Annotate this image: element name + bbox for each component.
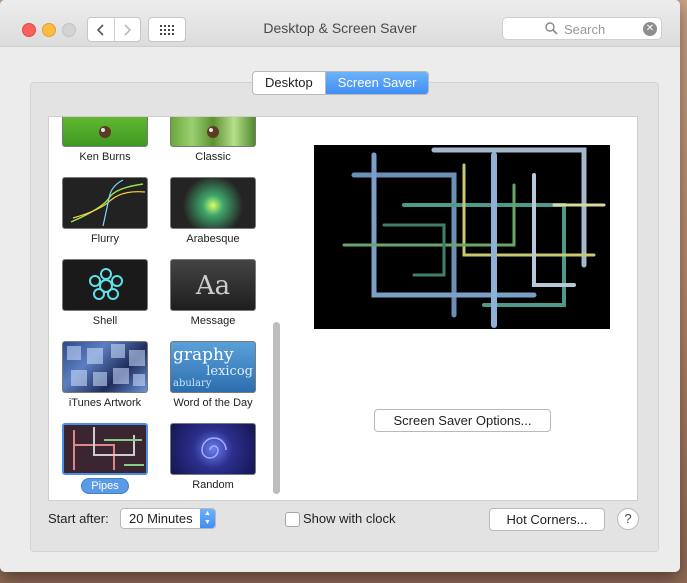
title-bar: Desktop & Screen Saver Search ✕ <box>0 0 680 47</box>
screensaver-label: Message <box>190 315 236 327</box>
screensaver-label: Classic <box>195 151 231 163</box>
screensaver-itunes-artwork[interactable]: iTunes Artwork <box>51 341 159 409</box>
arabesque-thumbnail <box>170 177 256 229</box>
word-sample-2: lexicog <box>206 364 253 379</box>
start-after-value: 20 Minutes <box>129 511 193 526</box>
search-icon <box>545 22 558 35</box>
screensaver-pipes[interactable]: Pipes <box>51 423 159 494</box>
ken-burns-thumbnail <box>62 117 148 147</box>
screensaver-arabesque[interactable]: Arabesque <box>159 177 267 245</box>
screensaver-flurry[interactable]: Flurry <box>51 177 159 245</box>
word-of-the-day-thumbnail: graphy lexicog abulary <box>170 341 256 393</box>
show-clock-checkbox[interactable] <box>285 512 300 527</box>
screensaver-word-of-the-day[interactable]: graphy lexicog abulary Word of the Day <box>159 341 267 409</box>
pipes-preview-art <box>342 147 606 328</box>
screen-saver-options-button[interactable]: Screen Saver Options... <box>374 409 551 432</box>
show-clock-label[interactable]: Show with clock <box>303 511 395 526</box>
preferences-window: Desktop & Screen Saver Search ✕ Desktop … <box>0 0 680 572</box>
screensaver-label: Ken Burns <box>79 151 131 163</box>
itunes-artwork-thumbnail <box>62 341 148 393</box>
screensaver-preview <box>314 145 610 329</box>
screensaver-label: Random <box>192 479 234 491</box>
screensaver-label: Shell <box>92 315 118 327</box>
random-thumbnail <box>170 423 256 475</box>
clear-search-icon[interactable]: ✕ <box>643 22 657 36</box>
search-field[interactable]: Search ✕ <box>502 17 662 40</box>
message-thumbnail: Aa <box>170 259 256 311</box>
tab-screen-saver[interactable]: Screen Saver <box>324 72 429 94</box>
screensaver-random[interactable]: Random <box>159 423 267 491</box>
tab-desktop[interactable]: Desktop <box>253 72 325 94</box>
hot-corners-button[interactable]: Hot Corners... <box>489 508 605 531</box>
shell-art <box>89 268 123 300</box>
screensaver-label: Pipes <box>81 478 129 494</box>
screensaver-list[interactable]: Ken Burns Classic Flurry Arabesque Shell… <box>48 116 287 501</box>
flurry-thumbnail <box>62 177 148 229</box>
pipes-art <box>73 427 144 470</box>
flurry-art <box>70 179 146 227</box>
screensaver-ken-burns[interactable]: Ken Burns <box>51 117 159 163</box>
classic-thumbnail <box>170 117 256 147</box>
album-grid-art <box>67 344 145 386</box>
message-sample-text: Aa <box>195 271 231 301</box>
screensaver-shell[interactable]: Shell <box>51 259 159 327</box>
start-after-label: Start after: <box>48 511 109 526</box>
screensaver-classic[interactable]: Classic <box>159 117 267 163</box>
start-after-select[interactable]: 20 Minutes ▲ ▼ <box>120 508 216 529</box>
list-scrollbar[interactable] <box>273 322 280 494</box>
screensaver-label: Flurry <box>90 233 120 245</box>
shell-thumbnail <box>62 259 148 311</box>
search-placeholder: Search <box>564 22 606 37</box>
updown-arrows-icon: ▲ ▼ <box>200 509 215 528</box>
pipes-thumbnail <box>62 423 148 475</box>
help-button[interactable]: ? <box>617 508 639 530</box>
swirl-art <box>201 437 227 459</box>
screensaver-label: Word of the Day <box>173 397 253 409</box>
screensaver-message[interactable]: Aa Message <box>159 259 267 327</box>
photo-icon <box>207 126 219 138</box>
screensaver-label: Arabesque <box>186 233 240 245</box>
word-sample-3: abulary <box>173 378 212 389</box>
screensaver-label: iTunes Artwork <box>68 397 142 409</box>
tab-control: Desktop Screen Saver <box>252 71 430 95</box>
photo-icon <box>99 126 111 138</box>
